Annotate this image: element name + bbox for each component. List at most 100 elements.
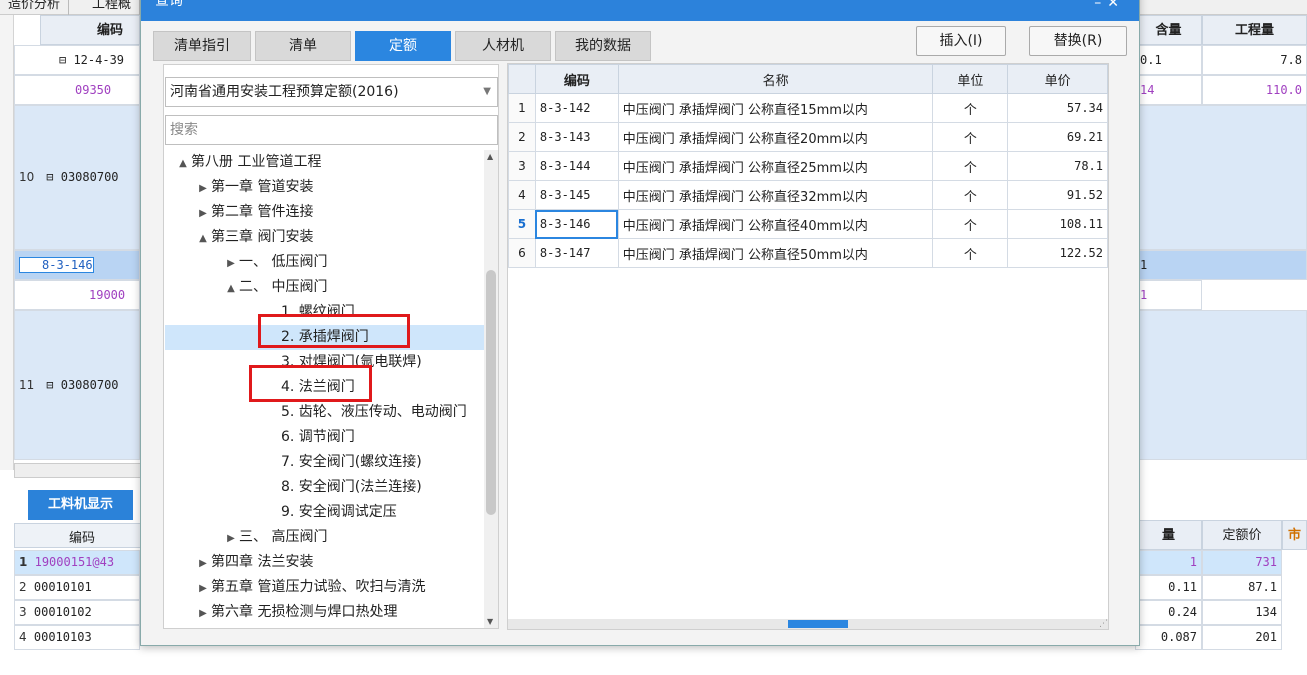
tab-list[interactable]: 清单 — [255, 31, 351, 61]
quota-code[interactable]: 8-3-143 — [534, 122, 619, 152]
table-row[interactable]: 2 00010101 — [14, 575, 140, 600]
expand-icon[interactable]: ▶ — [223, 526, 239, 551]
tree-item[interactable]: ▶ 三、 高压阀门 — [165, 525, 485, 550]
scroll-thumb[interactable] — [788, 620, 848, 628]
table-row[interactable]: 11 ⊟ 03080700 — [14, 310, 140, 460]
bg-qty-cell[interactable]: 0.11 — [1135, 575, 1202, 600]
quota-unit[interactable]: 个 — [932, 238, 1009, 268]
quota-code[interactable]: 8-3-142 — [534, 93, 619, 123]
column-header-price[interactable]: 单价 — [1007, 64, 1108, 94]
table-row[interactable]: 4 00010103 — [14, 625, 140, 650]
bg-price-cell[interactable]: 134 — [1202, 600, 1282, 625]
tree-item[interactable]: ▶ 第六章 无损检测与焊口热处理 — [165, 600, 485, 625]
quota-unit[interactable]: 个 — [932, 180, 1009, 210]
tab-quota[interactable]: 定额 — [355, 31, 451, 61]
resize-grip-icon[interactable]: ⋰ — [1099, 619, 1108, 629]
quota-name[interactable]: 中压阀门 承插焊阀门 公称直径32mm以内 — [617, 180, 934, 210]
bg-price-cell[interactable]: 731 — [1202, 550, 1282, 575]
tab-labor-material[interactable]: 人材机 — [455, 31, 551, 61]
dialog-titlebar[interactable]: 查询 –✕ — [141, 0, 1139, 21]
bg-qty-cell[interactable] — [1135, 310, 1307, 460]
tree-item[interactable]: 5. 齿轮、液压传动、电动阀门 — [165, 400, 485, 425]
insert-button[interactable]: 插入(I) — [916, 26, 1006, 56]
bg-tab-materials[interactable]: 工料机显示 — [28, 490, 133, 520]
expand-icon[interactable]: ▶ — [195, 176, 211, 201]
scroll-thumb[interactable] — [486, 270, 496, 515]
quota-price[interactable]: 69.21 — [1007, 122, 1108, 152]
row-number[interactable]: 4 — [508, 180, 536, 210]
table-row[interactable]: 4 8-3-145 中压阀门 承插焊阀门 公称直径32mm以内个 91.52 — [508, 180, 1108, 210]
bg-qty-cell[interactable] — [1135, 105, 1307, 250]
quota-library-select[interactable]: 河南省通用安装工程预算定额(2016) ▼ — [165, 77, 498, 107]
quota-unit[interactable]: 个 — [932, 93, 1009, 123]
quota-price[interactable]: 122.52 — [1007, 238, 1108, 268]
bg-amount-cell[interactable]: 110.0 — [1202, 75, 1307, 105]
tree-item[interactable]: ▶ 第二章 管件连接 — [165, 200, 485, 225]
scroll-down-icon[interactable]: ▼ — [487, 617, 493, 626]
quota-name[interactable]: 中压阀门 承插焊阀门 公称直径15mm以内 — [617, 93, 934, 123]
bg-qty-cell[interactable]: 0.1 — [1135, 45, 1202, 75]
quota-name[interactable]: 中压阀门 承插焊阀门 公称直径25mm以内 — [617, 151, 934, 181]
bg-qty-cell[interactable]: 14 — [1135, 75, 1202, 105]
row-number[interactable]: 5 — [508, 209, 536, 239]
bg-price-cell[interactable]: 201 — [1202, 625, 1282, 650]
tab-my-data[interactable]: 我的数据 — [555, 31, 651, 61]
replace-button[interactable]: 替换(R) — [1029, 26, 1127, 56]
table-row[interactable]: 3 00010102 — [14, 600, 140, 625]
tree-item[interactable]: ▶ 第一章 管道安装 — [165, 175, 485, 200]
quota-unit[interactable]: 个 — [932, 209, 1009, 239]
table-row[interactable]: 2 8-3-143 中压阀门 承插焊阀门 公称直径20mm以内个 69.21 — [508, 122, 1108, 152]
tree-item[interactable]: 8. 安全阀门(法兰连接) — [165, 475, 485, 500]
tree-scrollbar[interactable]: ▲ ▼ — [484, 150, 498, 628]
tree-item[interactable]: 2. 承插焊阀门 — [165, 325, 485, 350]
table-row[interactable]: 6 8-3-147 中压阀门 承插焊阀门 公称直径50mm以内个 122.52 — [508, 238, 1108, 268]
expand-icon[interactable]: ▶ — [223, 251, 239, 276]
quota-code[interactable]: 8-3-144 — [534, 151, 619, 181]
bg-horizontal-scrollbar[interactable] — [14, 463, 144, 478]
bg-qty-cell[interactable]: 1 — [1135, 550, 1202, 575]
table-row[interactable]: 8-3-146 — [14, 250, 140, 280]
tree-item[interactable]: ▶ 第五章 管道压力试验、吹扫与清洗 — [165, 575, 485, 600]
column-header-unit[interactable]: 单位 — [932, 64, 1009, 94]
row-number[interactable]: 1 — [508, 93, 536, 123]
bg-amount-cell[interactable]: 7.8 — [1202, 45, 1307, 75]
table-row[interactable]: 10 ⊟ 03080700 — [14, 105, 140, 250]
minimize-icon[interactable]: – — [1094, 0, 1107, 11]
column-header-name[interactable]: 名称 — [617, 64, 934, 94]
tree-item[interactable]: 6. 调节阀门 — [165, 425, 485, 450]
quota-unit[interactable]: 个 — [932, 122, 1009, 152]
bg-price-cell[interactable]: 87.1 — [1202, 575, 1282, 600]
tree-item[interactable]: 4. 法兰阀门 — [165, 375, 485, 400]
scroll-up-icon[interactable]: ▲ — [487, 152, 493, 161]
tree-item[interactable]: ▶ 一、 低压阀门 — [165, 250, 485, 275]
quota-price[interactable]: 78.1 — [1007, 151, 1108, 181]
table-row[interactable]: 19000 — [14, 280, 140, 310]
bg-qty-cell[interactable]: 0.087 — [1135, 625, 1202, 650]
bg-tab-project[interactable]: 工程概 — [84, 0, 141, 15]
search-input[interactable]: 搜索 — [165, 115, 498, 145]
tree-item[interactable]: ▲ 第八册 工业管道工程 — [165, 150, 485, 175]
quota-code[interactable]: 8-3-145 — [534, 180, 619, 210]
table-row[interactable]: 09350 — [14, 75, 140, 105]
tree-item[interactable]: 7. 安全阀门(螺纹连接) — [165, 450, 485, 475]
bg-qty-cell[interactable]: 1 — [1135, 250, 1307, 280]
bg-tab-cost-analysis[interactable]: 造价分析 — [0, 0, 70, 15]
row-number[interactable]: 2 — [508, 122, 536, 152]
row-number[interactable]: 3 — [508, 151, 536, 181]
collapse-icon[interactable]: ▲ — [175, 151, 191, 176]
table-row[interactable]: 5 8-3-146 中压阀门 承插焊阀门 公称直径40mm以内个 108.11 — [508, 209, 1108, 239]
table-row[interactable]: ⊟ 12-4-39 — [14, 45, 140, 75]
collapse-icon[interactable]: ▲ — [223, 276, 239, 301]
bg-qty-cell[interactable]: 1 — [1135, 280, 1202, 310]
tree-item[interactable]: ▲ 第三章 阀门安装 — [165, 225, 485, 250]
table-horizontal-scrollbar[interactable] — [508, 619, 1108, 629]
tab-list-guide[interactable]: 清单指引 — [153, 31, 251, 61]
quota-unit[interactable]: 个 — [932, 151, 1009, 181]
quota-code[interactable]: 8-3-147 — [534, 238, 619, 268]
collapse-icon[interactable]: ▲ — [195, 226, 211, 251]
table-row[interactable]: 3 8-3-144 中压阀门 承插焊阀门 公称直径25mm以内个 78.1 — [508, 151, 1108, 181]
tree-item[interactable]: 1. 螺纹阀门 — [165, 300, 485, 325]
expand-icon[interactable]: ▶ — [195, 201, 211, 226]
quota-code[interactable]: 8-3-146 — [534, 209, 619, 239]
table-row[interactable]: 1 8-3-142 中压阀门 承插焊阀门 公称直径15mm以内个 57.34 — [508, 93, 1108, 123]
